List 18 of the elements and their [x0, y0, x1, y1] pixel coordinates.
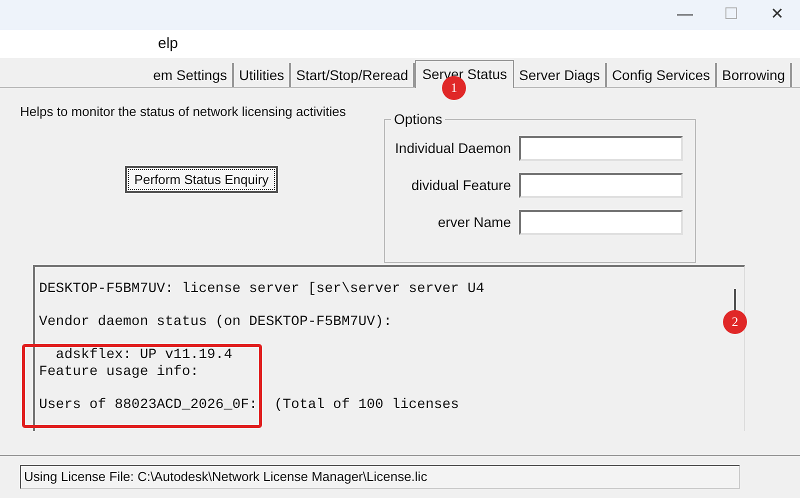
window-title: elp [157, 34, 178, 54]
status-enquiry-button[interactable]: Perform Status Enquiry [125, 166, 278, 193]
description-text: Helps to monitor the status of network licensing activities [20, 103, 346, 121]
text-field[interactable] [519, 210, 683, 235]
minimize-button[interactable]: — [662, 0, 708, 30]
output-line: Users of 88023ACD_2026_0F: (Total of 100 licenses [39, 396, 460, 413]
field-label: dividual Feature [411, 176, 511, 195]
output-line: Feature usage info: [39, 364, 199, 380]
text-field[interactable] [519, 173, 683, 198]
text-field[interactable] [519, 136, 683, 161]
close-button[interactable]: ✕ [754, 0, 800, 30]
status-bar: Using License File: C:\Autodesk\Network License Manager\License.lic [20, 465, 740, 489]
output-line: DESKTOP-F5BM7UV: license server [ser\server server U4 [39, 281, 484, 298]
field-label: erver Name [438, 213, 511, 232]
field-label: Individual Daemon [395, 139, 511, 158]
output-line: adskflex: UP v11.19.4 [54, 347, 232, 364]
group-title: Options [391, 111, 446, 127]
output-line: Vendor daemon status (on DESKTOP-F5BM7UV): [39, 314, 392, 330]
